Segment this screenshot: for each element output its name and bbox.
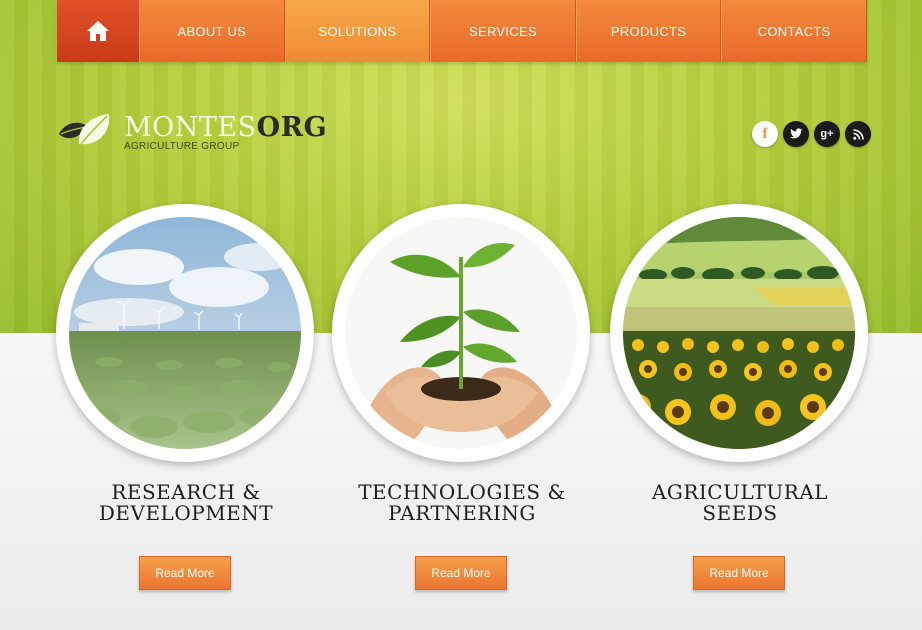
card-title-line2: SEEDS [702, 501, 778, 525]
google-plus-glyph: g+ [820, 128, 834, 140]
card-title-line1: TECHNOLOGIES & [358, 480, 566, 504]
card-image-frame [56, 204, 314, 462]
site-logo[interactable]: MONTESORG AGRICULTURE GROUP [57, 110, 327, 155]
sunflower-field-image[interactable] [623, 217, 855, 449]
rss-feed-icon [852, 128, 864, 140]
facebook-glyph: f [762, 125, 768, 142]
twitter-icon[interactable] [783, 121, 809, 147]
read-more-button[interactable]: Read More [139, 556, 231, 590]
social-links: f g+ [752, 121, 871, 147]
nav-item-contacts[interactable]: CONTACTS [721, 0, 867, 62]
card-title: RESEARCH & DEVELOPMENT [56, 482, 316, 524]
card-image-frame [332, 204, 590, 462]
read-more-button[interactable]: Read More [693, 556, 785, 590]
seedling-in-hands-image[interactable] [345, 217, 577, 449]
card-technologies: TECHNOLOGIES & PARTNERING Read More [332, 204, 592, 590]
card-title-line1: AGRICULTURAL [651, 480, 829, 504]
twitter-bird-icon [790, 128, 803, 139]
logo-name-part1: MONTES [124, 112, 257, 143]
logo-name: MONTESORG [124, 112, 327, 143]
card-image-frame [610, 204, 868, 462]
card-title-line2: PARTNERING [388, 501, 536, 525]
main-navigation: ABOUT US SOLUTIONS SERVICES PRODUCTS CON… [57, 0, 867, 62]
nav-item-solutions[interactable]: SOLUTIONS [284, 0, 431, 62]
nav-item-products[interactable]: PRODUCTS [575, 0, 722, 62]
leaf-logo-icon [59, 114, 110, 145]
google-plus-icon[interactable]: g+ [814, 121, 840, 147]
card-title: TECHNOLOGIES & PARTNERING [332, 482, 592, 524]
rss-icon[interactable] [845, 121, 871, 147]
card-agricultural-seeds: AGRICULTURAL SEEDS Read More [610, 204, 870, 590]
card-title-line2: DEVELOPMENT [98, 501, 274, 525]
nav-home-button[interactable] [57, 0, 139, 62]
nav-item-about-us[interactable]: ABOUT US [139, 0, 285, 62]
card-title-line1: RESEARCH & [111, 480, 261, 504]
logo-tagline: AGRICULTURE GROUP [124, 141, 240, 152]
facebook-icon[interactable]: f [752, 121, 778, 147]
logo-name-part2: ORG [256, 112, 328, 143]
cabbage-field-image[interactable] [69, 217, 301, 449]
home-icon [87, 21, 109, 41]
card-title: AGRICULTURAL SEEDS [610, 482, 870, 524]
nav-item-services[interactable]: SERVICES [430, 0, 576, 62]
card-research: RESEARCH & DEVELOPMENT Read More [56, 204, 316, 590]
read-more-button[interactable]: Read More [415, 556, 507, 590]
